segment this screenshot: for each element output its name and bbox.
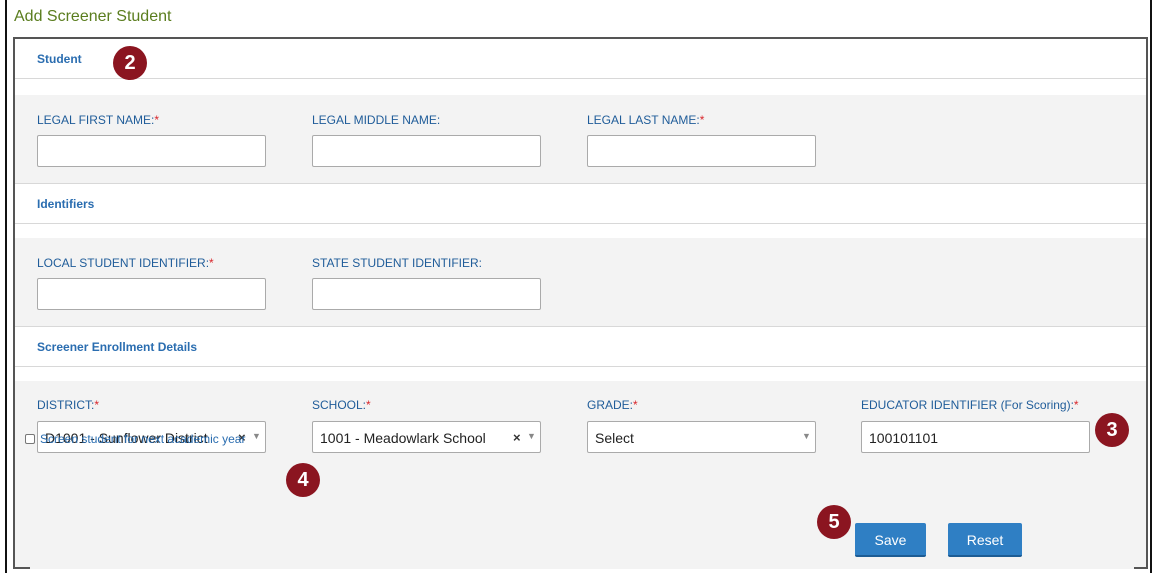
callout-badge-2: 2 [113,46,147,80]
callout-badge-3: 3 [1095,413,1129,447]
grade-label: GRADE:* [587,398,638,412]
callout-badge-5: 5 [817,505,851,539]
school-selected-value: 1001 - Meadowlark School [320,430,486,446]
state-student-id-label: STATE STUDENT IDENTIFIER: [312,256,483,270]
chevron-down-icon: ▼ [802,431,811,441]
section-title-enrollment: Screener Enrollment Details [37,340,198,354]
add-student-form: Student LEGAL FIRST NAME:* LEGAL MIDDLE … [13,37,1148,569]
legal-middle-name-label: LEGAL MIDDLE NAME: [312,113,441,127]
legal-last-name-label: LEGAL LAST NAME:* [587,113,705,127]
local-student-id-input[interactable] [37,278,266,310]
legal-first-name-input[interactable] [37,135,266,167]
next-year-checkbox-label[interactable]: Screen student for next academic year [40,432,245,446]
section-header-enrollment: Screener Enrollment Details [15,327,1146,367]
callout-badge-4: 4 [286,463,320,497]
district-label: DISTRICT:* [37,398,100,412]
reset-button[interactable]: Reset [948,523,1022,557]
chevron-down-icon: ▼ [527,431,536,441]
educator-identifier-label: EDUCATOR IDENTIFIER (For Scoring):* [861,398,1079,412]
outer-border-left [5,0,7,573]
next-year-checkbox[interactable] [25,434,35,444]
section-title-identifiers: Identifiers [37,197,95,211]
outer-border-right [1150,0,1152,573]
save-button[interactable]: Save [855,523,926,557]
local-student-id-label: LOCAL STUDENT IDENTIFIER:* [37,256,214,270]
school-label: SCHOOL:* [312,398,371,412]
school-select[interactable]: 1001 - Meadowlark School × ▼ [312,421,541,453]
grade-select[interactable]: Select ▼ [587,421,816,453]
section-body-student: LEGAL FIRST NAME:* LEGAL MIDDLE NAME: LE… [15,95,1146,183]
legal-first-name-label: LEGAL FIRST NAME:* [37,113,160,127]
grade-selected-value: Select [595,430,634,446]
clear-icon[interactable]: × [513,430,521,445]
section-header-identifiers: Identifiers [15,184,1146,224]
legal-last-name-input[interactable] [587,135,816,167]
section-body-identifiers: LOCAL STUDENT IDENTIFIER:* STATE STUDENT… [15,238,1146,326]
page-title: Add Screener Student [14,8,172,25]
legal-middle-name-input[interactable] [312,135,541,167]
section-title-student: Student [37,52,82,66]
educator-identifier-input[interactable]: 100101101 [861,421,1090,453]
state-student-id-input[interactable] [312,278,541,310]
section-header-student: Student [15,39,1146,79]
chevron-down-icon: ▼ [252,431,261,441]
